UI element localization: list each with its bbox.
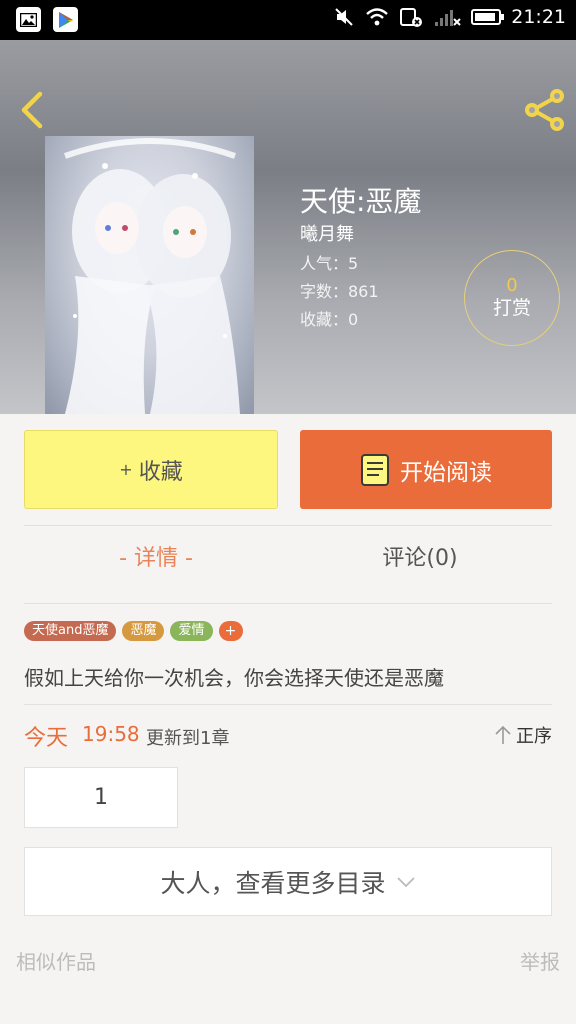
- start-reading-label: 开始阅读: [400, 459, 492, 486]
- divider: [24, 704, 552, 705]
- share-button[interactable]: [520, 86, 568, 134]
- similar-works-heading: 相似作品: [16, 950, 96, 974]
- add-tag-button[interactable]: +: [218, 621, 243, 641]
- mute-icon: [335, 8, 353, 26]
- update-row: 今天 19:58 更新到1章 正序: [24, 720, 552, 752]
- sim-icon: [400, 8, 423, 27]
- gallery-icon: [16, 7, 41, 32]
- tab-detail[interactable]: - 详情 -: [24, 540, 288, 572]
- book-title: 天使:恶魔: [300, 185, 422, 218]
- play-store-icon: [53, 7, 78, 32]
- cover-illustration: [64, 138, 240, 414]
- favorite-label: 收藏: [138, 459, 183, 485]
- book-word-count: 字数：861: [300, 282, 379, 301]
- divider: [24, 525, 552, 526]
- chevron-left-icon: [21, 91, 43, 129]
- update-text: 更新到1章: [146, 728, 230, 749]
- book-author[interactable]: 曦月舞: [300, 220, 354, 246]
- book-description: 假如上天给你一次机会，你会选择天使还是恶魔: [24, 666, 444, 690]
- tag-demon[interactable]: 恶魔: [122, 621, 165, 641]
- start-reading-button[interactable]: 开始阅读: [300, 430, 552, 509]
- add-favorite-button[interactable]: + 收藏: [24, 430, 278, 509]
- plus-icon: +: [119, 460, 133, 479]
- tip-button[interactable]: 0 打赏: [464, 250, 560, 346]
- chapter-item[interactable]: 1: [24, 767, 178, 828]
- battery-icon: [471, 9, 505, 25]
- status-time: 21:21: [511, 6, 566, 28]
- update-time: 19:58: [82, 722, 140, 746]
- tip-count: 0: [506, 275, 518, 296]
- divider: [24, 603, 552, 604]
- tag-angel-and-demon[interactable]: 天使and恶魔: [24, 621, 117, 641]
- report-link[interactable]: 举报: [520, 946, 560, 975]
- back-button[interactable]: [14, 88, 50, 132]
- chevron-down-icon: [396, 876, 415, 887]
- tag-romance[interactable]: 爱情: [170, 621, 213, 641]
- book-header: 天使:恶魔 曦月舞 人气：5 字数：861 收藏：0 0 打赏: [0, 40, 576, 414]
- view-more-label: 大人，查看更多目录: [160, 868, 386, 898]
- status-bar: 21:21: [0, 0, 576, 40]
- book-cover[interactable]: [45, 136, 254, 414]
- signal-icon: [435, 10, 461, 26]
- wifi-icon: [366, 8, 389, 26]
- tab-comments[interactable]: 评论(0): [288, 540, 552, 572]
- tag-list: 天使and恶魔 恶魔 爱情 +: [24, 621, 243, 641]
- update-day: 今天: [24, 726, 69, 751]
- sort-order-button[interactable]: 正序: [494, 722, 552, 748]
- view-more-catalog-button[interactable]: 大人，查看更多目录: [24, 847, 552, 916]
- book-popularity: 人气：5: [300, 254, 359, 273]
- share-icon: [525, 89, 564, 131]
- sort-label: 正序: [516, 726, 552, 747]
- tip-label: 打赏: [492, 297, 531, 319]
- arrow-up-icon: [495, 725, 511, 744]
- book-favorites: 收藏：0: [300, 310, 359, 329]
- book-icon: [361, 453, 389, 486]
